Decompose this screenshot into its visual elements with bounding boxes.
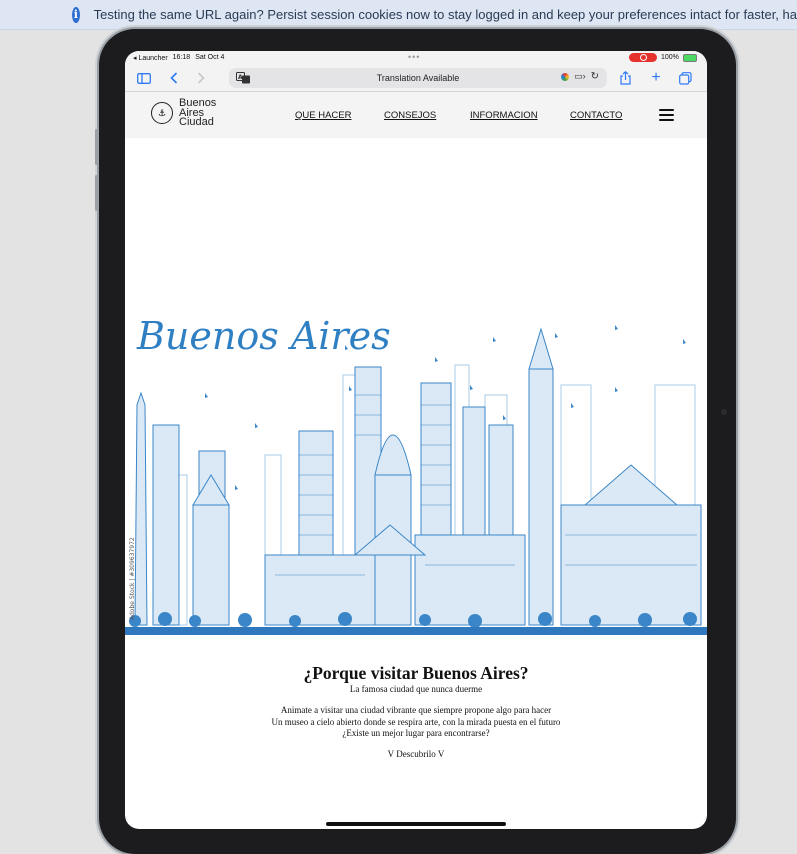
nav-informacion[interactable]: INFORMACION: [470, 110, 538, 121]
status-bar: ◂ Launcher 16:18 Sat Oct 4 ••• 100%: [125, 51, 707, 65]
volume-button: [95, 175, 98, 211]
camera: [721, 409, 727, 415]
ipad-screen: ◂ Launcher 16:18 Sat Oct 4 ••• 100% A Tr…: [125, 51, 707, 829]
skyline-buildings: [134, 327, 702, 626]
paragraph-line: Animate a visitar una ciudad vibrante qu…: [280, 705, 552, 715]
reader-icon[interactable]: ▭›: [574, 71, 586, 82]
info-icon: i: [72, 6, 80, 23]
site-header: ⚓ Buenos Aires Ciudad QUE HACER CONSEJOS…: [125, 92, 707, 138]
back-icon[interactable]: [165, 69, 183, 87]
paragraph-line: ¿Existe un mejor lugar para encontrarse?: [342, 728, 490, 738]
info-banner: i Testing the same URL again? Persist se…: [0, 0, 797, 30]
battery-icon: [683, 54, 697, 62]
reload-icon[interactable]: ↻: [591, 71, 599, 82]
hamburger-menu-icon[interactable]: [659, 109, 674, 121]
nav-que-hacer[interactable]: QUE HACER: [295, 110, 351, 121]
banner-text: Testing the same URL again? Persist sess…: [93, 7, 797, 22]
forward-icon[interactable]: [192, 69, 210, 87]
hero-image: Buenos Aires Adobe Stock | #309637972: [125, 275, 707, 653]
nav-consejos[interactable]: CONSEJOS: [384, 110, 436, 121]
address-bar[interactable]: A Translation Available ▭› ↻: [229, 68, 607, 88]
screen-recording-indicator[interactable]: [629, 53, 657, 62]
tabs-icon[interactable]: [676, 69, 694, 87]
city-seal-icon: ⚓: [151, 102, 173, 125]
extension-icon[interactable]: [561, 72, 570, 81]
new-tab-icon[interactable]: +: [647, 69, 665, 87]
volume-button: [95, 129, 98, 165]
launcher-back-link[interactable]: ◂ Launcher: [133, 54, 168, 62]
sidebar-icon[interactable]: [135, 69, 153, 87]
share-icon[interactable]: [616, 69, 634, 87]
section-title: ¿Porque visitar Buenos Aires?: [303, 663, 529, 683]
status-time: 16:18: [172, 54, 191, 61]
intro-section: ¿Porque visitar Buenos Aires? La famosa …: [125, 662, 707, 759]
ground-line: [125, 627, 707, 635]
nav-contacto[interactable]: CONTACTO: [570, 110, 622, 121]
intro-paragraph: Animate a visitar una ciudad vibrante qu…: [125, 705, 707, 740]
status-date: Sat Oct 4: [195, 54, 225, 61]
discover-link[interactable]: V Descubrilo V: [125, 749, 707, 759]
skyline-illustration: Buenos Aires Adobe Stock | #309637972: [125, 314, 707, 635]
paragraph-line: Un museo a cielo abierto donde se respir…: [271, 716, 561, 727]
logo-line: Ciudad: [179, 116, 214, 128]
section-subtitle: La famosa ciudad que nunca duerme: [349, 684, 483, 694]
multitasking-dots[interactable]: •••: [408, 52, 420, 62]
battery-percentage: 100%: [661, 54, 679, 61]
svg-text:A: A: [238, 74, 243, 81]
stock-caption: Adobe Stock | #309637972: [129, 537, 136, 620]
home-indicator[interactable]: [326, 822, 506, 826]
address-text: Translation Available: [376, 73, 460, 83]
hero-script-title: Buenos Aires: [136, 314, 391, 358]
translate-icon[interactable]: A: [235, 71, 251, 85]
site-logo[interactable]: ⚓ Buenos Aires Ciudad: [151, 98, 216, 128]
ipad-device-frame: ◂ Launcher 16:18 Sat Oct 4 ••• 100% A Tr…: [95, 29, 736, 854]
browser-toolbar: A Translation Available ▭› ↻ +: [125, 65, 707, 92]
